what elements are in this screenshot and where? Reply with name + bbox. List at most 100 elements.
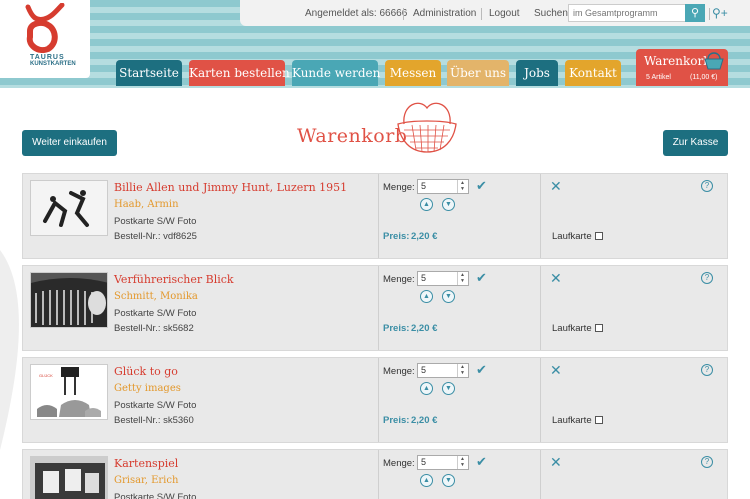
- basket-icon: [704, 52, 724, 70]
- laufkarte-option[interactable]: Laufkarte: [552, 323, 603, 334]
- move-up-icon[interactable]: ▲: [420, 382, 433, 395]
- move-down-icon[interactable]: ▼: [442, 198, 455, 211]
- checkout-button[interactable]: Zur Kasse: [663, 130, 728, 156]
- logout-link[interactable]: Logout: [489, 8, 520, 19]
- product-order-number: Bestell-Nr.: vdf8625: [114, 231, 197, 242]
- confirm-quantity-icon[interactable]: ✔: [476, 270, 487, 286]
- quantity-label: Menge:: [383, 274, 415, 285]
- svg-text:GLÜCK: GLÜCK: [39, 373, 53, 378]
- laufkarte-option[interactable]: Laufkarte: [552, 415, 603, 426]
- cart-item: Kartenspiel Grisar, Erich Postkarte S/W …: [22, 449, 728, 499]
- cart-tab[interactable]: Warenkorb 5 Artikel (11,00 €): [636, 49, 728, 86]
- help-icon[interactable]: ?: [701, 364, 713, 376]
- tab-startseite[interactable]: Startseite: [116, 60, 182, 86]
- logo-mark-icon: [25, 3, 65, 53]
- tab-jobs[interactable]: Jobs: [516, 60, 558, 86]
- tab-label: Über uns: [449, 66, 507, 80]
- remove-icon[interactable]: ✕: [550, 454, 562, 471]
- tab-label: Messen: [389, 66, 437, 80]
- divider: [481, 8, 482, 20]
- column-divider: [378, 266, 379, 350]
- remove-icon[interactable]: ✕: [550, 178, 562, 195]
- cart-item: GLÜCK Glück to go Getty images Postkarte…: [22, 357, 728, 443]
- product-order-number: Bestell-Nr.: sk5360: [114, 415, 194, 426]
- product-thumbnail[interactable]: GLÜCK: [30, 364, 108, 420]
- product-artist[interactable]: Grisar, Erich: [114, 475, 178, 486]
- product-name[interactable]: Glück to go: [114, 365, 178, 378]
- product-name[interactable]: Kartenspiel: [114, 457, 178, 470]
- product-name[interactable]: Billie Allen und Jimmy Hunt, Luzern 1951: [114, 181, 347, 194]
- tab-ueber-uns[interactable]: Über uns: [447, 60, 509, 86]
- tab-kontakt[interactable]: Kontakt: [565, 60, 621, 86]
- search-label: Suchen:: [534, 8, 571, 19]
- move-up-icon[interactable]: ▲: [420, 198, 433, 211]
- continue-shopping-button[interactable]: Weiter einkaufen: [22, 130, 117, 156]
- quantity-spinner[interactable]: ▲ ▼: [457, 180, 467, 193]
- column-divider: [378, 450, 379, 499]
- quantity-spinner[interactable]: ▲ ▼: [457, 364, 467, 377]
- confirm-quantity-icon[interactable]: ✔: [476, 178, 487, 194]
- tab-label: Karten bestellen: [189, 66, 290, 80]
- laufkarte-checkbox[interactable]: [594, 416, 603, 424]
- search-input[interactable]: [568, 4, 686, 22]
- price-label: Preis:: [383, 323, 410, 334]
- divider: [709, 8, 710, 20]
- search-icon: ⚲: [690, 7, 700, 19]
- logged-in-label: Angemeldet als: 66666: [305, 8, 408, 19]
- admin-link[interactable]: Administration: [413, 8, 476, 19]
- product-thumbnail[interactable]: [30, 456, 108, 499]
- laufkarte-checkbox[interactable]: [594, 324, 603, 332]
- move-up-icon[interactable]: ▲: [420, 290, 433, 303]
- confirm-quantity-icon[interactable]: ✔: [476, 454, 487, 470]
- move-down-icon[interactable]: ▼: [442, 474, 455, 487]
- cart-total: (11,00 €): [690, 74, 718, 81]
- move-down-icon[interactable]: ▼: [442, 290, 455, 303]
- product-type: Postkarte S/W Foto: [114, 492, 197, 499]
- laufkarte-checkbox[interactable]: [594, 232, 603, 240]
- product-thumbnail[interactable]: [30, 272, 108, 328]
- column-divider: [540, 358, 541, 442]
- quantity-label: Menge:: [383, 182, 415, 193]
- laufkarte-label: Laufkarte: [552, 231, 592, 242]
- tab-messen[interactable]: Messen: [385, 60, 441, 86]
- product-order-number: Bestell-Nr.: sk5682: [114, 323, 194, 334]
- product-artist[interactable]: Getty images: [114, 383, 181, 394]
- product-name[interactable]: Verführerischer Blick: [114, 273, 234, 286]
- product-type: Postkarte S/W Foto: [114, 216, 197, 227]
- product-type: Postkarte S/W Foto: [114, 400, 197, 411]
- column-divider: [378, 174, 379, 258]
- quantity-spinner[interactable]: ▲ ▼: [457, 272, 467, 285]
- tab-kunde-werden[interactable]: Kunde werden: [292, 60, 381, 86]
- tab-label: Startseite: [119, 66, 179, 80]
- help-icon[interactable]: ?: [701, 456, 713, 468]
- product-artist[interactable]: Schmitt, Monika: [114, 291, 198, 302]
- move-up-icon[interactable]: ▲: [420, 474, 433, 487]
- price-label: Preis:: [383, 231, 410, 242]
- laufkarte-label: Laufkarte: [552, 415, 592, 426]
- price-value: 2,20 €: [411, 231, 438, 242]
- column-divider: [540, 174, 541, 258]
- basket-illustration-icon: [397, 102, 457, 153]
- advanced-search-icon[interactable]: ⚲+: [712, 6, 728, 20]
- tab-karten-bestellen[interactable]: Karten bestellen: [189, 60, 290, 86]
- quantity-label: Menge:: [383, 458, 415, 469]
- remove-icon[interactable]: ✕: [550, 270, 562, 287]
- column-divider: [540, 450, 541, 499]
- search-button[interactable]: ⚲: [685, 4, 705, 22]
- product-thumbnail[interactable]: [30, 180, 108, 236]
- help-icon[interactable]: ?: [701, 272, 713, 284]
- confirm-quantity-icon[interactable]: ✔: [476, 362, 487, 378]
- laufkarte-option[interactable]: Laufkarte: [552, 231, 603, 242]
- tab-label: Kunde werden: [292, 66, 381, 80]
- cart-item-count: 5 Artikel: [646, 74, 671, 81]
- product-artist[interactable]: Haab, Armin: [114, 199, 179, 210]
- move-down-icon[interactable]: ▼: [442, 382, 455, 395]
- tab-label: Kontakt: [569, 66, 617, 80]
- price-value: 2,20 €: [411, 323, 438, 334]
- help-icon[interactable]: ?: [701, 180, 713, 192]
- cart-item: Verführerischer Blick Schmitt, Monika Po…: [22, 265, 728, 351]
- quantity-label: Menge:: [383, 366, 415, 377]
- remove-icon[interactable]: ✕: [550, 362, 562, 379]
- quantity-spinner[interactable]: ▲ ▼: [457, 456, 467, 469]
- divider: [403, 8, 404, 20]
